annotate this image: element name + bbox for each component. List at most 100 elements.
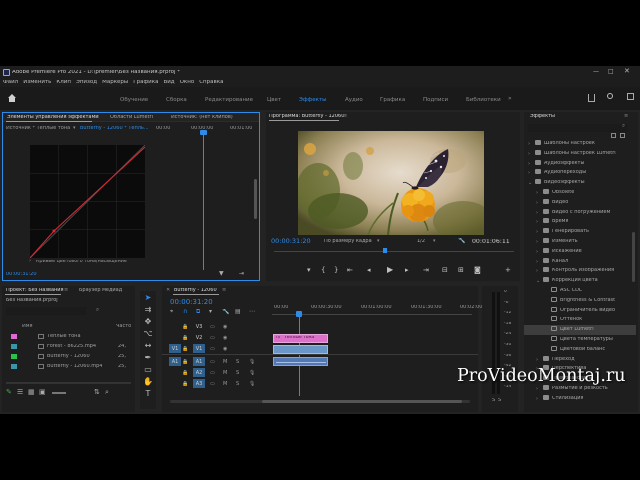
workspace-effects[interactable]: Эффекты [299, 97, 327, 103]
mute-button[interactable]: M [223, 370, 227, 376]
marker-icon[interactable]: ▾ [209, 309, 212, 315]
chevron-right-icon[interactable]: › [536, 357, 538, 363]
selection-tool-icon[interactable]: ➤ [140, 293, 156, 302]
lock-icon[interactable]: 🔒 [182, 370, 188, 376]
solo-button[interactable]: S [236, 370, 239, 376]
lock-icon[interactable]: 🔒 [182, 359, 188, 365]
effects-title[interactable]: Эффекты [530, 114, 555, 119]
meter-solo-right[interactable]: S [498, 398, 501, 403]
effects-item[interactable]: › Видео с погружением [524, 208, 636, 218]
chevron-right-icon[interactable]: › [536, 396, 538, 402]
timeline-tab[interactable]: Butterfly - 12060 [174, 288, 217, 293]
tab-effect-controls[interactable]: Элементы управления эффектами [7, 115, 99, 120]
ripple-tool-icon[interactable]: ✥ [140, 317, 156, 326]
menu-item[interactable]: Окно [180, 80, 195, 86]
menu-item[interactable]: Графика [133, 80, 158, 86]
effects-item[interactable]: › Стилизация [524, 394, 636, 404]
mark-out2-icon[interactable]: } [334, 266, 338, 274]
workspace-learning[interactable]: Обучение [120, 97, 148, 103]
32bit-icon[interactable] [620, 133, 625, 138]
minimize-icon[interactable]: — [593, 69, 599, 75]
chevron-right-icon[interactable]: › [536, 219, 538, 225]
panel-menu-icon[interactable]: ≡ [95, 115, 99, 120]
extract-icon[interactable]: ⊞ [458, 266, 464, 274]
menu-item[interactable]: Файл [3, 80, 18, 86]
source-patch-v1[interactable]: V1 [169, 344, 181, 353]
chevron-right-icon[interactable]: › [536, 210, 538, 216]
source-dropdown-icon[interactable]: ▾ [73, 126, 76, 131]
fullscreen-icon[interactable] [627, 93, 634, 100]
timeline-timecode[interactable]: 00:00:31:20 [170, 299, 213, 306]
workspace-editing[interactable]: Редактирование [205, 97, 253, 103]
sync-icon[interactable]: ▭ [210, 381, 215, 387]
maximize-icon[interactable]: □ [608, 69, 614, 75]
mic-icon[interactable]: 🎙 [249, 381, 255, 387]
ec-timecode[interactable]: 00:00:31:20 [6, 272, 37, 277]
chevron-right-icon[interactable]: › [528, 151, 530, 157]
effects-item[interactable]: Brightness & Contrast [524, 296, 636, 306]
automate-icon[interactable]: ⌕ [105, 389, 109, 396]
mic-icon[interactable]: 🎙 [249, 370, 255, 376]
project-item[interactable]: Butterfly - 12060 25, [2, 352, 130, 362]
chevron-right-icon[interactable]: › [536, 268, 538, 274]
program-scrub-bar[interactable] [274, 251, 514, 255]
export-frame-icon[interactable]: ◙ [474, 266, 481, 274]
mute-button[interactable]: M [223, 381, 227, 387]
menu-item[interactable]: Вид [163, 80, 174, 86]
mic-icon[interactable]: 🎙 [249, 359, 255, 365]
freeform-view-icon[interactable]: ▣ [39, 389, 46, 396]
track-name[interactable]: V1 [193, 344, 205, 353]
step-forward-icon[interactable]: ▸ [405, 266, 409, 274]
audio-clip-a1[interactable] [273, 357, 328, 366]
sync-icon[interactable]: ▭ [210, 335, 215, 341]
magnet-icon[interactable]: ∩ [183, 309, 187, 315]
share-icon[interactable] [588, 94, 595, 102]
pencil-icon[interactable]: ✎ [6, 389, 12, 396]
sync-icon[interactable]: ▭ [210, 346, 215, 352]
sync-icon[interactable]: ▭ [210, 370, 215, 376]
snap-icon[interactable]: ⌖ [170, 309, 173, 315]
effects-item[interactable]: Цветовой баланс [524, 345, 636, 355]
tab-project[interactable]: Проект: Без названия [6, 288, 64, 293]
fit-dropdown[interactable]: По размеру кадра [324, 239, 372, 244]
go-to-out-icon[interactable]: ⇥ [423, 266, 429, 274]
effects-item[interactable]: Ограничитель видео [524, 306, 636, 316]
workspace-libraries[interactable]: Библиотеки [466, 97, 501, 103]
workspace-more-icon[interactable]: » [508, 96, 512, 102]
sync-icon[interactable]: ▭ [210, 359, 215, 365]
effects-item[interactable]: › Аудиоэффекты [524, 159, 636, 169]
video-clip-v1[interactable] [273, 345, 328, 354]
tab-lumetri-scopes[interactable]: Области Lumetri [110, 115, 153, 120]
quality-chevron-icon[interactable]: ▾ [433, 239, 436, 244]
curve-graph[interactable] [29, 144, 146, 259]
solo-button[interactable]: S [236, 359, 239, 365]
timeline-h-scroll-thumb[interactable] [262, 400, 462, 403]
project-menu-icon[interactable]: ≡ [64, 288, 68, 293]
accelerated-icon[interactable] [611, 133, 616, 138]
workspace-graphics[interactable]: Графика [380, 97, 405, 103]
mute-button[interactable]: M [223, 359, 227, 365]
export-icon[interactable]: ⇥ [239, 271, 244, 277]
zoom-slider-icon[interactable] [52, 392, 66, 394]
program-title[interactable]: Программа: Butterfly - 12060 [269, 114, 344, 119]
filter-icon[interactable]: ▼ [219, 271, 224, 277]
menu-item[interactable]: Эпизод [76, 80, 97, 86]
meter-solo-left[interactable]: S [492, 398, 495, 403]
effects-item[interactable]: › Видео [524, 198, 636, 208]
chevron-right-icon[interactable]: › [536, 386, 538, 392]
chevron-right-icon[interactable]: › [536, 259, 538, 265]
effects-item[interactable]: ⌄ Коррекция цвета [524, 276, 636, 286]
workspace-audio[interactable]: Аудио [345, 97, 363, 103]
effects-item[interactable]: › Искажение [524, 247, 636, 257]
razor-tool-icon[interactable]: ⌥ [140, 329, 156, 338]
close-icon[interactable]: ✕ [624, 68, 630, 75]
clip-label[interactable]: Butterfly - 12060 * Тепль... [80, 126, 149, 131]
workspace-color[interactable]: Цвет [267, 97, 281, 103]
add-button-icon[interactable]: + [505, 266, 511, 274]
list-view-icon[interactable]: ☰ [17, 389, 23, 396]
mark-out-icon[interactable]: { [321, 266, 325, 274]
source-patch-a1[interactable]: A1 [169, 357, 181, 366]
effects-item[interactable]: › Obsolete [524, 188, 636, 198]
effects-item[interactable]: › Изменить [524, 237, 636, 247]
tab-source[interactable]: Источник: (нет клипов) [171, 115, 233, 120]
